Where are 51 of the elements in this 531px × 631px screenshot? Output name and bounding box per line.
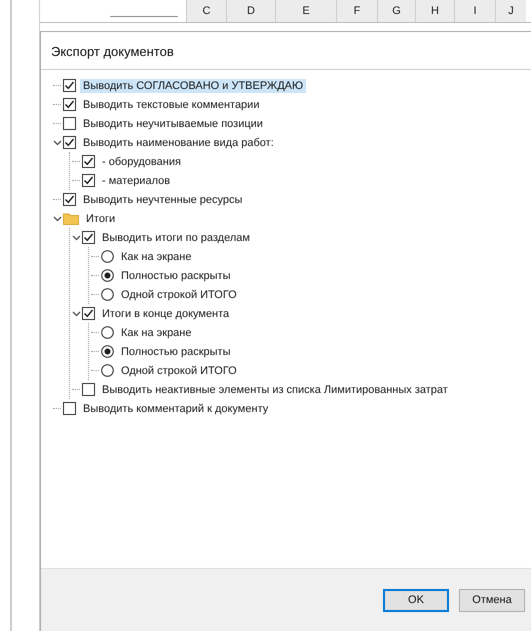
folder-icon (63, 212, 79, 225)
tree-item[interactable]: Выводить неактивные элементы из списка Лимитированных затрат (99, 382, 451, 396)
radio-button[interactable] (101, 250, 114, 263)
checkbox[interactable] (63, 193, 76, 206)
chevron-icon[interactable] (52, 140, 62, 146)
tree-item[interactable]: Итоги (83, 212, 118, 226)
column-header[interactable]: J (495, 0, 526, 22)
tree-item[interactable]: Одной строкой ИТОГО (118, 288, 240, 302)
column-header[interactable]: I (454, 0, 495, 22)
radio-button[interactable] (101, 288, 114, 301)
column-header[interactable]: E (275, 0, 336, 22)
tree-item[interactable]: Выводить неучтенные ресурсы (80, 192, 246, 206)
checkbox[interactable] (82, 231, 95, 244)
tree-item[interactable]: Как на экране (118, 326, 194, 340)
tree-item[interactable]: Выводить СОГЛАСОВАНО и УТВЕРЖДАЮ (80, 78, 306, 92)
column-header[interactable]: F (336, 0, 377, 22)
checkbox[interactable] (82, 174, 95, 187)
chevron-icon[interactable] (72, 234, 80, 240)
tree-item[interactable]: Выводить неучитываемые позиции (80, 116, 266, 130)
checkbox[interactable] (82, 307, 95, 320)
dialog-button[interactable]: OK (383, 588, 449, 612)
tree-item[interactable]: - оборудования (99, 154, 184, 168)
tree-item[interactable]: Выводить текстовые комментарии (80, 98, 262, 112)
chevron-icon[interactable] (72, 310, 80, 316)
tree-item[interactable]: Выводить наименование вида работ: (80, 136, 277, 150)
tree-item[interactable]: Одной строкой ИТОГО (118, 364, 240, 378)
checkbox[interactable] (82, 383, 95, 396)
checkbox[interactable] (63, 98, 76, 111)
tree-item[interactable]: Полностью раскрыты (118, 344, 234, 358)
dialog-button[interactable]: Отмена (459, 588, 525, 612)
dialog-title: Экспорт документов (41, 32, 531, 70)
radio-button[interactable] (101, 364, 114, 377)
column-header[interactable]: C (186, 0, 226, 22)
checkbox[interactable] (63, 79, 76, 92)
tree-item[interactable]: Полностью раскрыты (118, 268, 234, 282)
tree-item[interactable]: Как на экране (118, 250, 194, 264)
column-header[interactable]: G (377, 0, 415, 22)
checkbox[interactable] (82, 155, 95, 168)
checkbox[interactable] (63, 402, 76, 415)
column-header[interactable]: D (226, 0, 275, 22)
radio-button[interactable] (101, 326, 114, 339)
tree-item[interactable]: Выводить итоги по разделам (99, 230, 253, 244)
checkbox[interactable] (63, 136, 76, 149)
column-header[interactable]: H (415, 0, 454, 22)
tree-item[interactable]: - материалов (99, 174, 174, 188)
checkbox[interactable] (63, 117, 76, 130)
tree-item[interactable]: Выводить комментарий к документу (80, 402, 272, 416)
radio-button[interactable] (101, 345, 114, 358)
tree-item[interactable]: Итоги в конце документа (99, 306, 232, 320)
radio-button[interactable] (101, 269, 114, 282)
chevron-icon[interactable] (52, 216, 62, 222)
